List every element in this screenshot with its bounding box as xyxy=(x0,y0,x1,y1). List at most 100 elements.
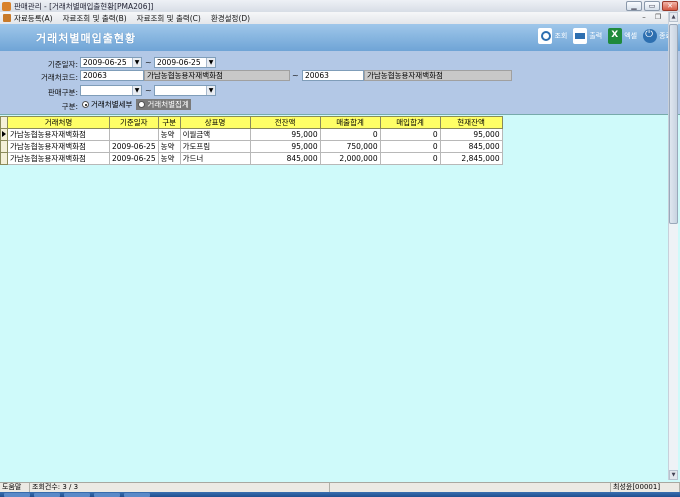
cell-purchase-total[interactable]: 0 xyxy=(379,140,441,153)
print-button[interactable]: 출력 xyxy=(573,28,602,44)
search-button[interactable]: 조회 xyxy=(538,28,567,44)
col-header-client[interactable]: 거래처명 xyxy=(7,116,110,129)
chevron-down-icon[interactable]: ▼ xyxy=(132,86,141,95)
status-mode: 도움말 xyxy=(0,483,30,492)
filter-panel: 기준일자: 2009-06-25 ▼ ~ 2009-06-25 ▼ 거래처코드:… xyxy=(0,51,680,114)
status-bar: 도움말 조회건수: 3 / 3 최성윤[00001] xyxy=(0,482,680,492)
cell-client[interactable]: 가남농협농용자재백화점 xyxy=(7,152,110,165)
mdi-doc-icon[interactable] xyxy=(3,14,11,22)
scroll-thumb[interactable] xyxy=(669,24,678,224)
radio-detail-label: 거래처별세부 xyxy=(91,100,133,109)
chevron-down-icon[interactable]: ▼ xyxy=(206,58,215,67)
cell-prev-balance[interactable]: 95,000 xyxy=(249,140,321,153)
toolbar: 조회 출력 엑셀 종료 xyxy=(538,28,672,44)
menu-bar: 자료등록(A) 자료조회 및 출력(B) 자료조회 및 출력(C) 환경설정(D… xyxy=(0,12,680,24)
col-header-sales-total[interactable]: 매출합계 xyxy=(319,116,381,129)
cell-date[interactable]: 2009-06-25 xyxy=(109,152,159,165)
date-range-tilde: ~ xyxy=(145,58,152,67)
print-label: 출력 xyxy=(589,32,603,40)
cell-current-balance[interactable]: 845,000 xyxy=(439,140,503,153)
table-row[interactable]: 가남농협농용자재백화점 2009-06-25 농약 가드너 845,000 2,… xyxy=(0,152,503,165)
window-titlebar: 판매관리 - [거래처별매입출현황[PMA206]] ▁ ▭ ✕ xyxy=(0,0,680,12)
date-to-value: 2009-06-25 xyxy=(157,58,201,67)
date-from-combo[interactable]: 2009-06-25 ▼ xyxy=(80,57,142,68)
cell-current-balance[interactable]: 95,000 xyxy=(439,128,503,141)
cell-sales-total[interactable]: 0 xyxy=(319,128,381,141)
col-header-date[interactable]: 기준일자 xyxy=(109,116,159,129)
scroll-down-icon[interactable]: ▼ xyxy=(669,470,678,480)
type-radio-group: 거래처별세부 거래처별집계 xyxy=(80,99,191,110)
sales-to-combo[interactable]: ▼ xyxy=(154,85,216,96)
sales-from-combo[interactable]: ▼ xyxy=(80,85,142,96)
menu-item-query-print-b[interactable]: 자료조회 및 출력(B) xyxy=(63,13,127,24)
cell-type[interactable]: 농약 xyxy=(157,128,181,141)
chevron-down-icon[interactable]: ▼ xyxy=(132,58,141,67)
status-user: 최성윤[00001] xyxy=(610,483,680,492)
printer-icon xyxy=(573,28,588,44)
menu-item-settings[interactable]: 환경설정(D) xyxy=(211,13,250,24)
taskbar-button[interactable] xyxy=(124,493,150,497)
cell-purchase-total[interactable]: 0 xyxy=(379,152,441,165)
form-header: 거래처별매입출현황 조회 출력 엑셀 종료 xyxy=(0,24,680,51)
cell-client[interactable]: 가남농협농용자재백화점 xyxy=(7,140,110,153)
menu-item-data-entry[interactable]: 자료등록(A) xyxy=(14,13,53,24)
vertical-scrollbar[interactable]: ▲ ▼ xyxy=(668,12,678,480)
cell-prev-balance[interactable]: 845,000 xyxy=(249,152,321,165)
col-header-prev-balance[interactable]: 전잔액 xyxy=(249,116,321,129)
search-label: 조회 xyxy=(554,32,568,40)
cell-prev-balance[interactable]: 95,000 xyxy=(249,128,321,141)
client-code-label: 거래처코드: xyxy=(40,73,78,82)
client-from-code-input[interactable]: 20063 xyxy=(80,70,144,81)
excel-button[interactable]: 엑셀 xyxy=(608,28,637,44)
radio-summary-by-client[interactable]: 거래처별집계 xyxy=(136,99,191,110)
data-grid: 거래처명 기준일자 구분 상표명 전잔액 매출합계 매입합계 현재잔액 가남농협… xyxy=(0,116,503,165)
cell-client[interactable]: 가남농협농용자재백화점 xyxy=(7,128,110,141)
row-header[interactable] xyxy=(0,152,8,165)
taskbar-button[interactable] xyxy=(94,493,120,497)
taskbar-button[interactable] xyxy=(64,493,90,497)
close-button[interactable]: ✕ xyxy=(662,1,678,11)
cell-date[interactable]: 2009-06-25 xyxy=(109,140,159,153)
row-header-corner xyxy=(0,116,8,129)
cell-type[interactable]: 농약 xyxy=(157,152,181,165)
minimize-button[interactable]: ▁ xyxy=(626,1,642,11)
cell-type[interactable]: 농약 xyxy=(157,140,181,153)
row-header[interactable] xyxy=(0,128,8,141)
radio-detail-by-client[interactable]: 거래처별세부 xyxy=(80,99,134,110)
client-to-code-input[interactable]: 20063 xyxy=(302,70,364,81)
menu-item-query-print-c[interactable]: 자료조회 및 출력(C) xyxy=(137,13,201,24)
maximize-button[interactable]: ▭ xyxy=(644,1,660,11)
col-header-brand[interactable]: 상표명 xyxy=(179,116,251,129)
excel-label: 엑셀 xyxy=(624,32,638,40)
client-from-name: 가남농협농용자재백화점 xyxy=(144,70,290,81)
cell-brand[interactable]: 가도프림 xyxy=(179,140,251,153)
col-header-type[interactable]: 구분 xyxy=(157,116,181,129)
cell-brand[interactable]: 가드너 xyxy=(179,152,251,165)
radio-summary-label: 거래처별집계 xyxy=(147,100,189,109)
table-row[interactable]: 가남농협농용자재백화점 2009-06-25 농약 가도프림 95,000 75… xyxy=(0,140,503,153)
mdi-minimize-icon[interactable]: – xyxy=(638,13,650,22)
power-icon xyxy=(643,29,658,43)
row-header[interactable] xyxy=(0,140,8,153)
taskbar-button[interactable] xyxy=(4,493,30,497)
col-header-current-balance[interactable]: 현재잔액 xyxy=(439,116,503,129)
cell-sales-total[interactable]: 750,000 xyxy=(319,140,381,153)
cell-date[interactable] xyxy=(109,128,159,141)
app-icon xyxy=(2,1,11,11)
current-row-arrow-icon xyxy=(2,131,6,137)
cell-purchase-total[interactable]: 0 xyxy=(379,128,441,141)
cell-brand[interactable]: 이월금액 xyxy=(179,128,251,141)
date-label: 기준일자: xyxy=(47,60,78,69)
cell-current-balance[interactable]: 2,845,000 xyxy=(439,152,503,165)
cell-sales-total[interactable]: 2,000,000 xyxy=(319,152,381,165)
chevron-down-icon[interactable]: ▼ xyxy=(206,86,215,95)
radio-dot-icon xyxy=(82,101,89,108)
date-from-value: 2009-06-25 xyxy=(83,58,127,67)
os-taskbar xyxy=(0,492,680,497)
taskbar-button[interactable] xyxy=(34,493,60,497)
scroll-up-icon[interactable]: ▲ xyxy=(669,12,678,22)
col-header-purchase-total[interactable]: 매입합계 xyxy=(379,116,441,129)
table-row[interactable]: 가남농협농용자재백화점 농약 이월금액 95,000 0 0 95,000 xyxy=(0,128,503,141)
mdi-restore-icon[interactable]: ❐ xyxy=(652,13,664,22)
date-to-combo[interactable]: 2009-06-25 ▼ xyxy=(154,57,216,68)
